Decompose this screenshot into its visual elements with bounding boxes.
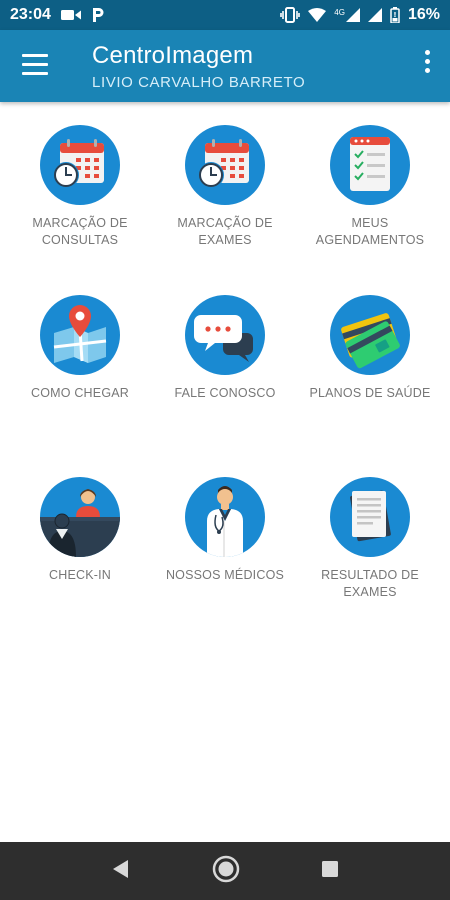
recents-square-icon[interactable]: [320, 859, 340, 884]
tile-label: COMO CHEGAR: [10, 385, 150, 402]
label-line-2: EXAMES: [198, 233, 252, 247]
map-pin-icon: [40, 295, 120, 375]
svg-text:!: !: [393, 11, 396, 19]
tile-label: NOSSOS MÉDICOS: [155, 567, 295, 584]
tile-marcacao-consultas[interactable]: MARCAÇÃO DE CONSULTAS: [10, 125, 150, 249]
tile-label: CHECK-IN: [10, 567, 150, 584]
home-circle-icon[interactable]: [211, 854, 241, 889]
tile-fale-conosco[interactable]: FALE CONOSCO: [155, 295, 295, 402]
label-line-1: PLANOS DE SAÚDE: [309, 386, 431, 400]
label-line-1: MARCAÇÃO DE: [177, 216, 273, 230]
tile-nossos-medicos[interactable]: NOSSOS MÉDICOS: [155, 477, 295, 584]
hamburger-menu-icon[interactable]: [22, 54, 48, 76]
tile-label: RESULTADO DE EXAMES: [300, 567, 440, 601]
system-nav-bar: [0, 842, 450, 900]
chat-bubbles-icon: [185, 295, 265, 375]
status-left: 23:04: [10, 6, 105, 24]
calendar-clock-icon: [185, 125, 265, 205]
tile-label: MARCAÇÃO DE EXAMES: [155, 215, 295, 249]
label-line-1: MEUS: [351, 216, 389, 230]
tile-planos-saude[interactable]: PLANOS DE SAÚDE: [300, 295, 440, 402]
checklist-icon: [330, 125, 410, 205]
parking-icon: [91, 7, 105, 23]
tile-marcacao-exames[interactable]: MARCAÇÃO DE EXAMES: [155, 125, 295, 249]
label-line-2: AGENDAMENTOS: [315, 233, 425, 247]
signal-icon: [345, 8, 360, 22]
signal-2-icon: [367, 8, 382, 22]
label-line-1: CHECK-IN: [48, 568, 112, 582]
status-right: 4G ! 16%: [280, 6, 440, 24]
doctor-icon: [185, 477, 265, 557]
label-line-1: RESULTADO DE: [321, 568, 419, 582]
more-options-icon[interactable]: [422, 50, 432, 80]
wifi-icon: [308, 8, 327, 22]
documents-icon: [330, 477, 410, 557]
back-triangle-icon[interactable]: [110, 858, 132, 885]
label-line-1: FALE CONOSCO: [174, 386, 276, 400]
battery-icon: !: [390, 7, 400, 23]
label-line-1: COMO CHEGAR: [30, 386, 130, 400]
label-line-2: CONSULTAS: [41, 233, 119, 247]
tile-label: PLANOS DE SAÚDE: [300, 385, 440, 402]
tile-label: MEUS AGENDAMENTOS: [300, 215, 440, 249]
tile-label: MARCAÇÃO DE CONSULTAS: [10, 215, 150, 249]
reception-desk-icon: [40, 477, 120, 557]
status-time: 23:04: [10, 6, 51, 23]
vibrate-icon: [280, 7, 301, 23]
tile-check-in[interactable]: CHECK-IN: [10, 477, 150, 584]
app-title: CentroImagem: [92, 42, 254, 69]
tile-label: FALE CONOSCO: [155, 385, 295, 402]
health-cards-icon: [330, 295, 410, 375]
status-bar: 23:04 4G ! 16%: [0, 0, 450, 30]
user-name: LIVIO CARVALHO BARRETO: [92, 74, 306, 91]
label-line-2: EXAMES: [343, 585, 397, 599]
cell-signal-4g: 4G: [334, 8, 360, 22]
label-line-1: NOSSOS MÉDICOS: [165, 568, 285, 582]
calendar-clock-icon: [40, 125, 120, 205]
app-bar: CentroImagem LIVIO CARVALHO BARRETO: [0, 30, 450, 102]
battery-percent: 16%: [407, 6, 440, 23]
network-type: 4G: [334, 8, 345, 17]
tile-resultado-exames[interactable]: RESULTADO DE EXAMES: [300, 477, 440, 601]
label-line-1: MARCAÇÃO DE: [32, 216, 128, 230]
tile-como-chegar[interactable]: COMO CHEGAR: [10, 295, 150, 402]
video-camera-icon: [60, 9, 81, 21]
tile-meus-agendamentos[interactable]: MEUS AGENDAMENTOS: [300, 125, 440, 249]
